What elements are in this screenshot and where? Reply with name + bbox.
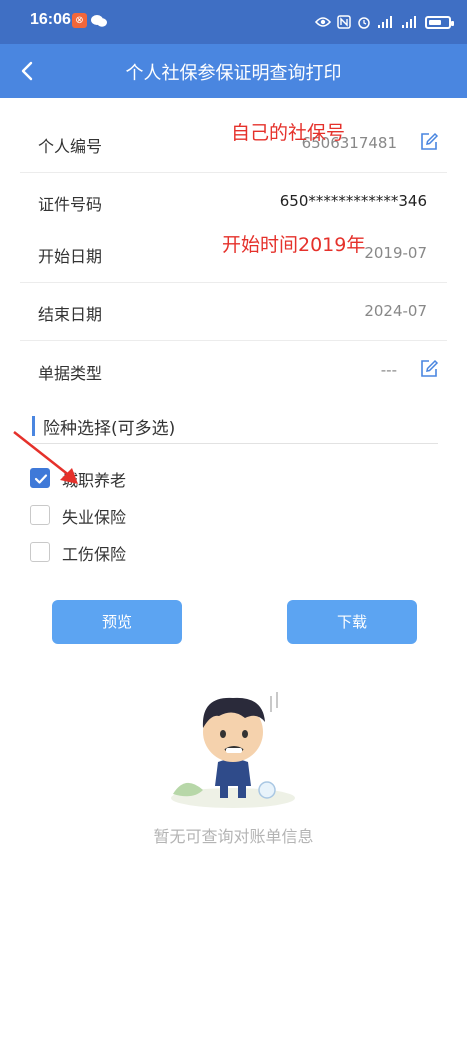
end-date-label: 结束日期 bbox=[38, 305, 103, 324]
signal-icon-sim1 bbox=[378, 16, 392, 28]
download-button[interactable]: 下载 bbox=[287, 600, 417, 644]
annotation-own-social-security: 自己的社保号 bbox=[231, 122, 346, 144]
annotation-start-time: 开始时间2019年 bbox=[222, 234, 366, 256]
edit-personal-id-button[interactable] bbox=[419, 132, 439, 152]
preview-button[interactable]: 预览 bbox=[52, 600, 182, 644]
doc-type-label: 单据类型 bbox=[38, 364, 103, 383]
status-bar: 16:06 ⊗ bbox=[0, 0, 467, 44]
insurance-section-header: 险种选择(可多选) bbox=[32, 412, 438, 444]
edit-icon bbox=[421, 132, 439, 150]
nfc-icon bbox=[337, 15, 351, 29]
empty-state-message: 暂无可查询对账单信息 bbox=[153, 827, 314, 846]
status-time: 16:06 bbox=[30, 11, 71, 28]
end-date-value[interactable]: 2024-07 bbox=[364, 302, 427, 320]
doc-type-row: 单据类型 --- bbox=[20, 342, 447, 400]
eye-icon bbox=[315, 17, 331, 27]
end-date-row[interactable]: 结束日期 2024-07 bbox=[20, 283, 447, 341]
edit-doc-type-button[interactable] bbox=[419, 359, 439, 379]
wechat-icon bbox=[91, 13, 107, 27]
doc-type-value: --- bbox=[380, 361, 397, 379]
work-injury-label: 工伤保险 bbox=[62, 545, 127, 564]
page-title: 个人社保参保证明查询打印 bbox=[125, 63, 342, 84]
personal-id-label: 个人编号 bbox=[38, 137, 103, 156]
id-number-label: 证件号码 bbox=[38, 195, 103, 214]
navigation-bar: 个人社保参保证明查询打印 bbox=[0, 44, 467, 98]
unemployment-checkbox[interactable] bbox=[30, 505, 50, 525]
annotation-arrow bbox=[13, 431, 78, 484]
status-icons bbox=[315, 11, 454, 33]
empty-state-illustration bbox=[171, 692, 295, 808]
notification-app-icon: ⊗ bbox=[72, 13, 87, 28]
id-number-value: 650************346 bbox=[279, 192, 427, 210]
id-number-row: 证件号码 650************346 bbox=[20, 173, 447, 231]
work-injury-checkbox[interactable] bbox=[30, 542, 50, 562]
start-date-label: 开始日期 bbox=[38, 247, 103, 266]
unemployment-label: 失业保险 bbox=[62, 508, 127, 527]
start-date-value[interactable]: 2019-07 bbox=[364, 244, 427, 262]
battery-icon bbox=[425, 15, 454, 29]
alarm-icon bbox=[358, 17, 370, 29]
signal-icon-sim2 bbox=[402, 16, 416, 28]
edit-icon bbox=[421, 359, 439, 377]
